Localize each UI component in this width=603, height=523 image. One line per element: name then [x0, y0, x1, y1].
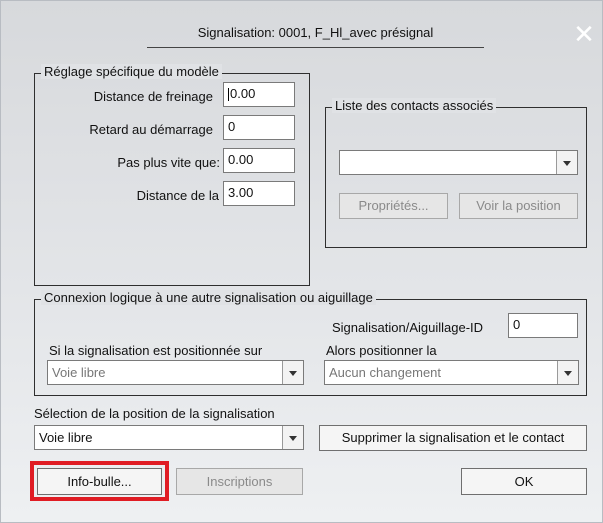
- close-icon[interactable]: ✕: [572, 22, 596, 48]
- distance-de-la-input[interactable]: 3.00: [223, 181, 295, 206]
- si-positionnee-value: Voie libre: [52, 365, 106, 380]
- pas-plus-vite-label: Pas plus vite que:: [117, 155, 220, 170]
- contacts-group: Liste des contacts associés: [325, 98, 587, 248]
- retard-demarrage-input[interactable]: 0: [223, 115, 295, 140]
- selection-value: Voie libre: [39, 430, 93, 445]
- retard-demarrage-label: Retard au démarrage: [89, 122, 213, 137]
- alors-positionner-label: Alors positionner la: [326, 343, 437, 358]
- selection-combo[interactable]: Voie libre: [34, 425, 304, 450]
- signal-id-input[interactable]: 0: [508, 313, 578, 338]
- proprietes-button[interactable]: Propriétés...: [339, 193, 448, 219]
- connexion-legend: Connexion logique à une autre signalisat…: [41, 290, 376, 305]
- supprimer-button[interactable]: Supprimer la signalisation et le contact: [319, 425, 587, 451]
- contacts-combo[interactable]: [339, 150, 578, 175]
- reglage-legend: Réglage spécifique du modèle: [41, 64, 222, 79]
- selection-label: Sélection de la position de la signalisa…: [34, 406, 275, 421]
- highlight-box: [30, 461, 169, 501]
- voir-position-button[interactable]: Voir la position: [459, 193, 578, 219]
- title-underline: [147, 47, 484, 48]
- text-caret: [228, 88, 229, 102]
- chevron-down-icon[interactable]: [556, 151, 577, 174]
- distance-freinage-value: 0.00: [230, 86, 256, 101]
- chevron-down-icon[interactable]: [282, 361, 303, 384]
- distance-freinage-label: Distance de freinage: [93, 89, 213, 104]
- si-positionnee-label: Si la signalisation est positionnée sur: [49, 343, 263, 358]
- si-positionnee-combo[interactable]: Voie libre: [47, 360, 304, 385]
- inscriptions-button[interactable]: Inscriptions: [176, 468, 303, 495]
- alors-positionner-combo[interactable]: Aucun changement: [324, 360, 579, 385]
- alors-positionner-value: Aucun changement: [329, 365, 442, 380]
- distance-de-la-label: Distance de la: [136, 188, 219, 203]
- chevron-down-icon[interactable]: [557, 361, 578, 384]
- signal-dialog: Signalisation: 0001, F_Hl_avec présignal…: [0, 0, 603, 523]
- chevron-down-icon[interactable]: [282, 426, 303, 449]
- ok-button[interactable]: OK: [461, 468, 587, 495]
- contacts-legend: Liste des contacts associés: [332, 98, 497, 113]
- signal-id-label: Signalisation/Aiguillage-ID: [332, 320, 484, 335]
- pas-plus-vite-input[interactable]: 0.00: [223, 148, 295, 173]
- dialog-title: Signalisation: 0001, F_Hl_avec présignal: [197, 25, 434, 40]
- distance-freinage-input[interactable]: 0.00: [223, 82, 295, 107]
